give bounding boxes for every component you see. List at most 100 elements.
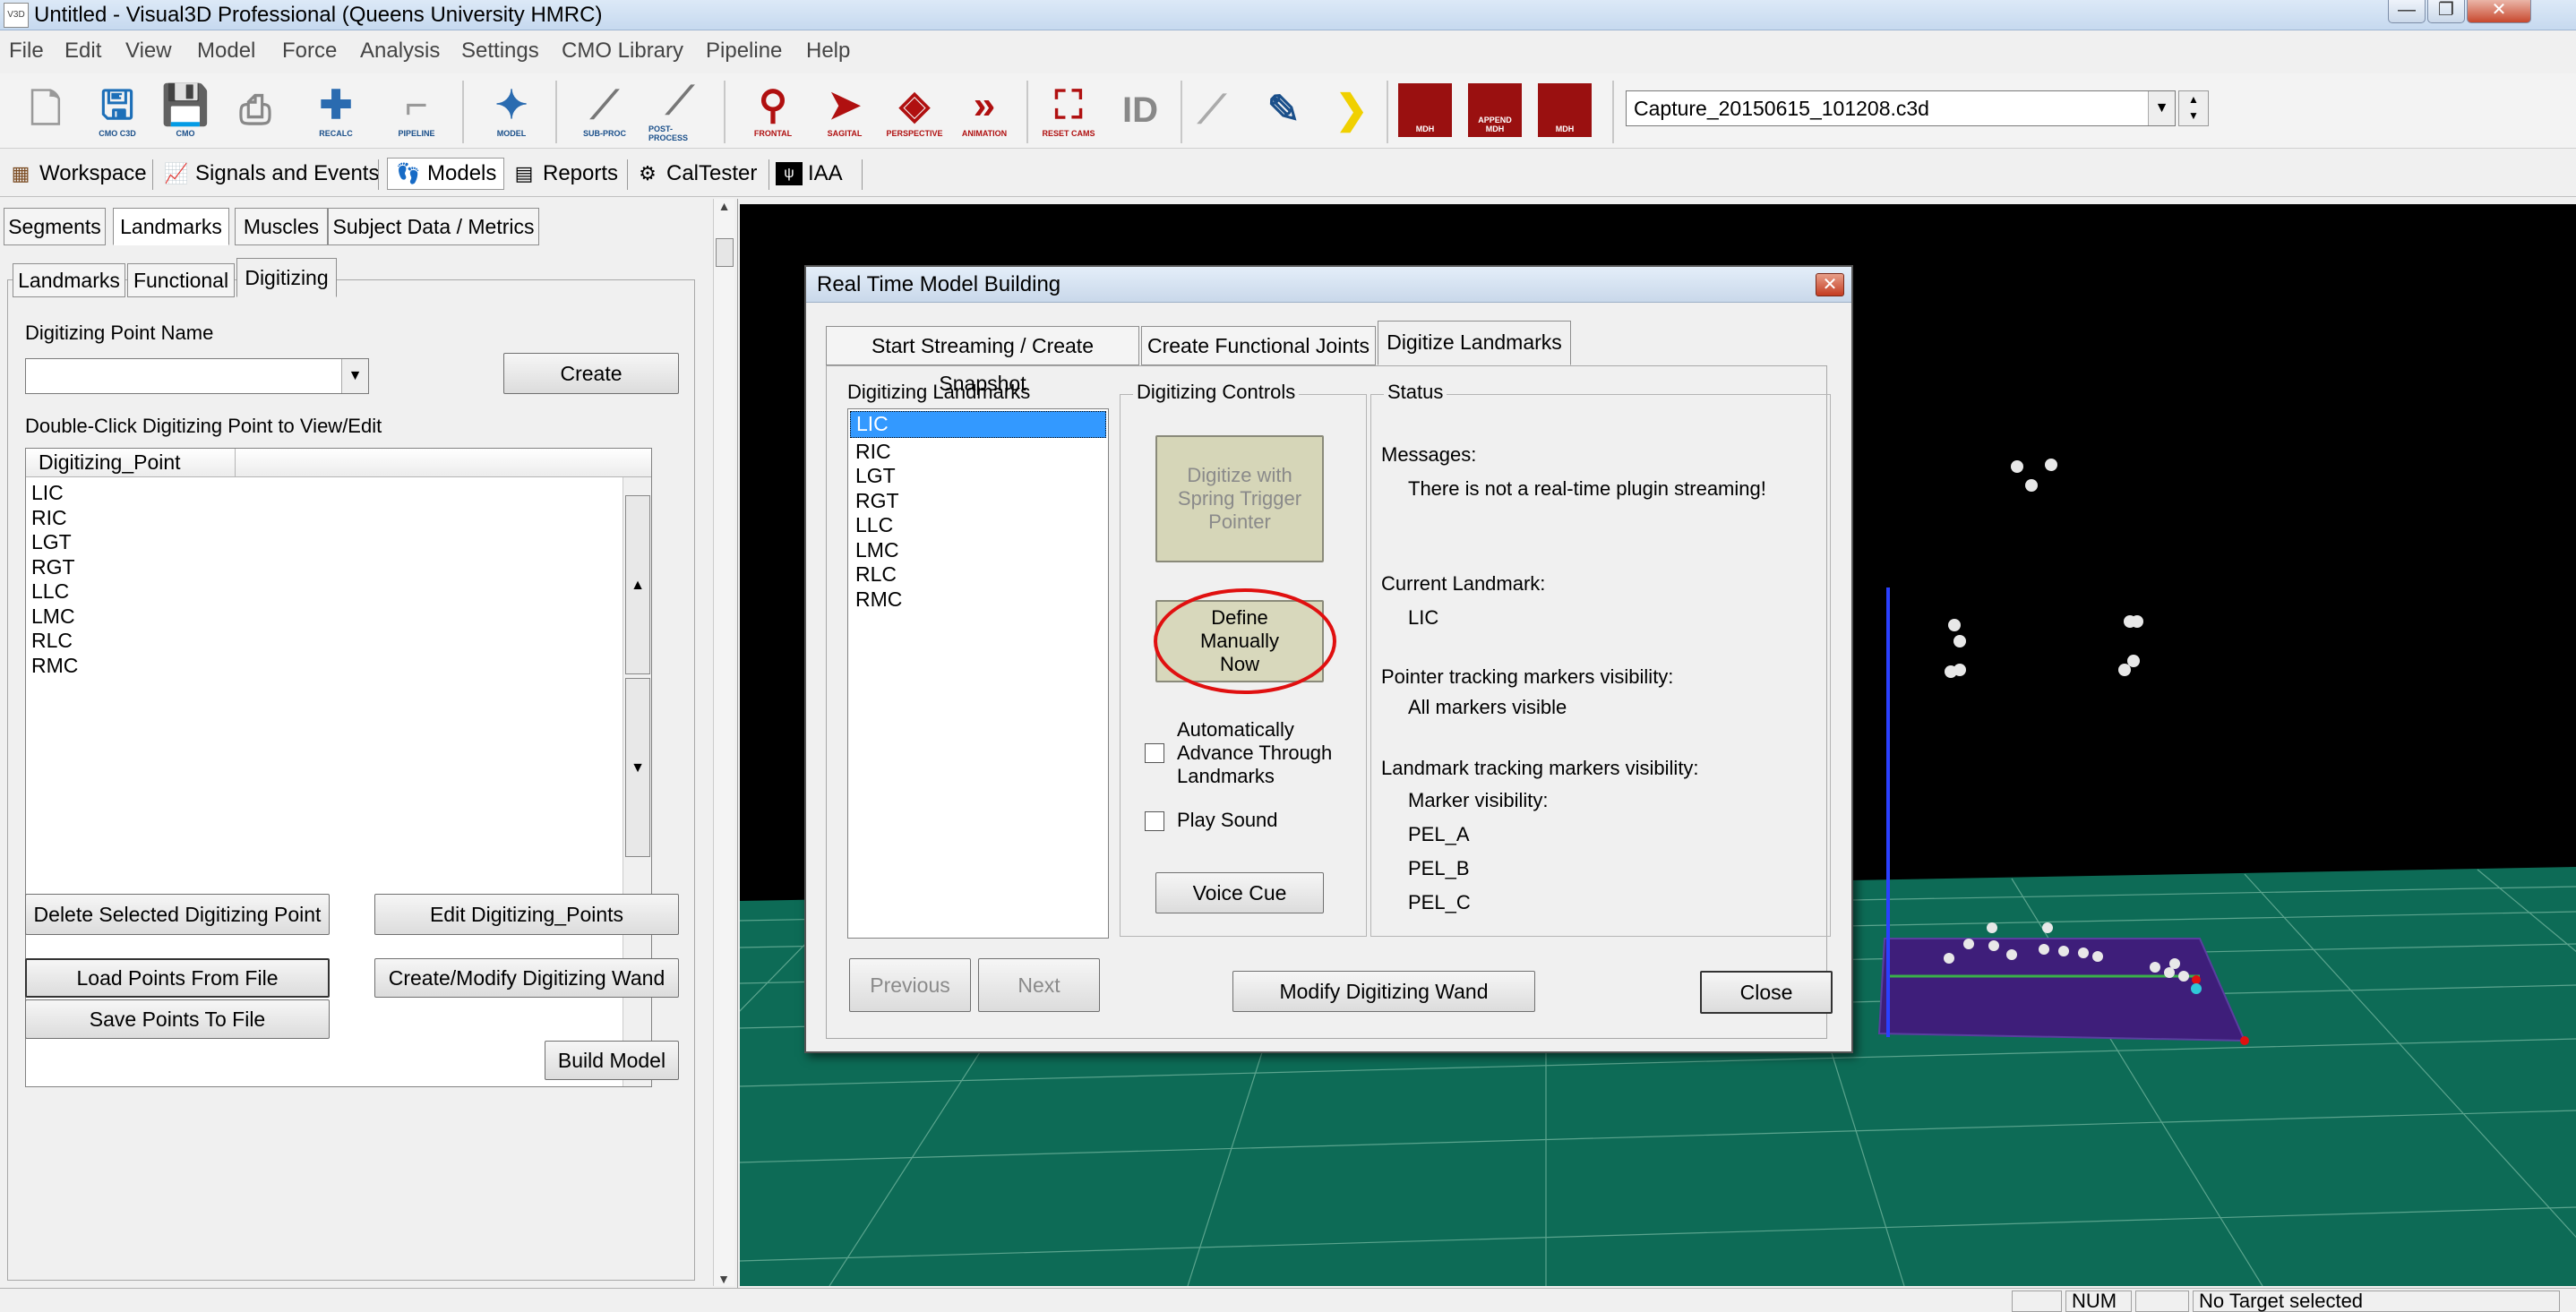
tab-functional-joints[interactable]: Create Functional Joints [1141, 326, 1376, 365]
mdh-icon[interactable]: MDH [1394, 77, 1456, 143]
id-icon[interactable]: ID [1109, 77, 1172, 143]
save-mdh-icon[interactable]: MDH [1533, 77, 1596, 143]
subtab-landmarks[interactable]: Landmarks [13, 263, 125, 297]
scroll-up-icon[interactable]: ▲ [714, 199, 734, 213]
previous-button[interactable]: Previous [849, 958, 971, 1012]
file-spinner[interactable]: ▲ ▼ [2178, 90, 2209, 126]
list-item[interactable]: LMC [850, 538, 1106, 563]
scroll-down-icon[interactable]: ▼ [625, 678, 650, 857]
digitizing-point-select[interactable]: ▼ [25, 358, 369, 394]
list-item[interactable]: LMC [26, 605, 651, 630]
save-cmo-icon[interactable]: 💾 CMO [154, 77, 217, 143]
close-icon[interactable]: ✕ [1816, 273, 1844, 296]
edit-points-button[interactable]: Edit Digitizing_Points [374, 894, 679, 935]
maximize-button[interactable]: ❐ [2427, 0, 2465, 23]
pipeline-icon[interactable]: ⌐ PIPELINE [385, 77, 448, 143]
list-item[interactable]: RGT [26, 555, 651, 580]
tab-models[interactable]: 👣 Models [387, 158, 505, 190]
reset-cams-icon[interactable]: ⛶ RESET CAMS [1037, 77, 1100, 143]
load-points-button[interactable]: Load Points From File [25, 958, 330, 998]
subtab-digitizing[interactable]: Digitizing [236, 258, 337, 297]
next-chevron-icon[interactable]: ❯ [1320, 77, 1383, 143]
list-item[interactable]: LIC [26, 481, 651, 506]
list-item[interactable]: RIC [850, 440, 1106, 465]
list-item[interactable]: RMC [26, 654, 651, 679]
column-header-digitizing-point[interactable]: Digitizing_Point [26, 449, 236, 476]
menu-settings[interactable]: Settings [461, 39, 539, 64]
menu-file[interactable]: File [9, 39, 44, 64]
list-item[interactable]: RIC [26, 506, 651, 531]
recalc-icon[interactable]: ✚ RECALC [305, 77, 367, 143]
left-scrollbar[interactable]: ▲ ▼ [713, 199, 734, 1286]
auto-advance-line: Automatically [1177, 718, 1294, 741]
iaa-icon: ψ [776, 162, 803, 185]
chevron-down-icon[interactable]: ▼ [341, 359, 368, 393]
tab-signals-events[interactable]: 📈 Signals and Events [163, 158, 379, 190]
list-item[interactable]: RMC [850, 587, 1106, 613]
cmo-c3d-icon[interactable]: 🖫 CMO C3D [86, 77, 149, 143]
menu-help[interactable]: Help [806, 39, 850, 64]
list-item[interactable]: LGT [850, 464, 1106, 489]
close-window-button[interactable]: ✕ [2467, 0, 2531, 23]
tab-muscles[interactable]: Muscles [235, 208, 328, 245]
post-process-icon[interactable]: ⟋ POST-PROCESS [648, 77, 711, 143]
voice-cue-button[interactable]: Voice Cue [1155, 872, 1324, 913]
create-modify-wand-button[interactable]: Create/Modify Digitizing Wand [374, 958, 679, 998]
animation-icon[interactable]: » ANIMATION [953, 77, 1016, 143]
list-item[interactable]: RLC [26, 629, 651, 654]
list-item[interactable]: RGT [850, 489, 1106, 514]
menu-edit[interactable]: Edit [64, 39, 101, 64]
list-item-selected[interactable]: LIC [850, 411, 1106, 438]
digitize-spring-trigger-button[interactable]: Digitize with Spring Trigger Pointer [1155, 435, 1324, 562]
close-dialog-button[interactable]: Close [1700, 971, 1833, 1014]
sagittal-icon[interactable]: ➤ SAGITAL [813, 77, 876, 143]
save-points-button[interactable]: Save Points To File [25, 999, 330, 1039]
create-button[interactable]: Create [503, 353, 679, 394]
list-item[interactable]: LLC [850, 513, 1106, 538]
file-selector[interactable]: Capture_20150615_101208.c3d ▼ [1626, 90, 2176, 126]
auto-advance-checkbox[interactable] [1145, 743, 1164, 763]
tab-workspace[interactable]: ▦ Workspace [7, 158, 147, 190]
chevron-down-icon[interactable]: ▼ [2148, 91, 2175, 125]
next-button[interactable]: Next [978, 958, 1100, 1012]
tab-landmarks[interactable]: Landmarks [113, 208, 229, 245]
subtab-functional[interactable]: Functional [127, 263, 235, 297]
list-item[interactable]: LLC [26, 579, 651, 605]
scroll-down-icon[interactable]: ▼ [714, 1272, 734, 1286]
wand-icon[interactable]: ⟋ [1181, 77, 1243, 143]
frontal-icon[interactable]: ⚲ FRONTAL [742, 77, 804, 143]
tab-digitize-landmarks[interactable]: Digitize Landmarks [1378, 321, 1571, 365]
perspective-icon[interactable]: ◈ PERSPECTIVE [883, 77, 946, 143]
dialog-title-bar[interactable]: Real Time Model Building ✕ [806, 267, 1851, 303]
menu-model[interactable]: Model [197, 39, 255, 64]
minimize-button[interactable]: — [2388, 0, 2426, 23]
append-mdh-icon[interactable]: APPEND MDH [1464, 77, 1526, 143]
sub-proc-icon[interactable]: ⟋ SUB-PROC [573, 77, 636, 143]
toolbar-separator [1026, 81, 1028, 143]
pointer-icon[interactable]: ✎ [1252, 77, 1315, 143]
modify-digitizing-wand-button[interactable]: Modify Digitizing Wand [1232, 971, 1535, 1012]
delete-point-button[interactable]: Delete Selected Digitizing Point [25, 894, 330, 935]
play-sound-checkbox[interactable] [1145, 811, 1164, 831]
tab-caltester[interactable]: ⚙ CalTester [634, 158, 757, 190]
tab-start-streaming[interactable]: Start Streaming / Create Snapshot [826, 326, 1139, 395]
new-file-icon[interactable]: 🗋 [14, 77, 77, 143]
menu-analysis[interactable]: Analysis [360, 39, 440, 64]
model-icon[interactable]: ✦ MODEL [480, 77, 543, 143]
menu-cmo-library[interactable]: CMO Library [562, 39, 683, 64]
menu-force[interactable]: Force [282, 39, 337, 64]
build-model-button[interactable]: Build Model [545, 1041, 679, 1080]
menu-pipeline[interactable]: Pipeline [706, 39, 782, 64]
tab-segments[interactable]: Segments [4, 208, 106, 245]
scroll-thumb[interactable] [716, 238, 734, 267]
list-item[interactable]: RLC [850, 562, 1106, 587]
landmarks-list[interactable]: LIC RIC LGT RGT LLC LMC RLC RMC [847, 408, 1109, 939]
tab-reports[interactable]: ▤ Reports [511, 158, 618, 190]
print-icon[interactable]: ⎙ [224, 77, 287, 143]
app-icon[interactable]: V3D [4, 3, 29, 28]
list-item[interactable]: LGT [26, 530, 651, 555]
tab-iaa[interactable]: ψ IAA [776, 158, 843, 190]
menu-view[interactable]: View [125, 39, 172, 64]
tab-subject-data[interactable]: Subject Data / Metrics [328, 208, 539, 245]
scroll-up-icon[interactable]: ▲ [625, 495, 650, 674]
